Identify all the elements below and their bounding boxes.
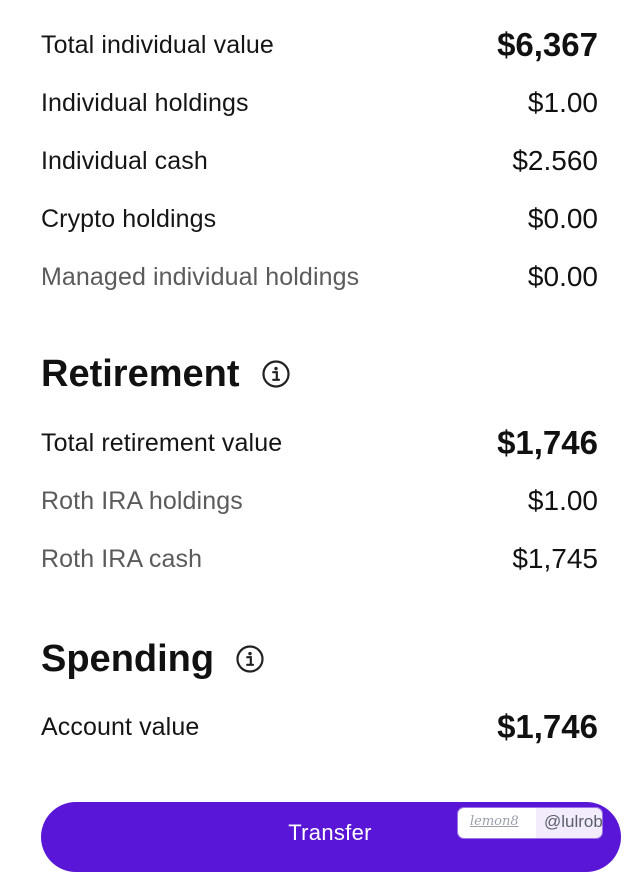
total-individual-value-amount: $6,367 — [497, 26, 598, 63]
individual-holdings-row[interactable]: Individual holdings $1.00 — [41, 83, 598, 123]
total-individual-value-row: Total individual value $6,367 — [41, 25, 598, 65]
total-retirement-value-label: Total retirement value — [41, 428, 283, 457]
crypto-holdings-amount: $0.00 — [527, 203, 598, 234]
crypto-holdings-label: Crypto holdings — [41, 204, 217, 233]
roth-ira-cash-amount: $1,745 — [512, 543, 598, 574]
individual-cash-row[interactable]: Individual cash $2.560 — [41, 141, 598, 181]
spending-section-header: Spending — [41, 634, 264, 684]
info-circle-icon[interactable] — [236, 645, 264, 673]
account-value-label: Account value — [41, 712, 200, 741]
account-value-amount: $1,746 — [497, 708, 598, 745]
account-value-row: Account value $1,746 — [41, 707, 598, 747]
crypto-holdings-row[interactable]: Crypto holdings $0.00 — [41, 199, 598, 239]
total-individual-value-label: Total individual value — [41, 30, 274, 59]
watermark-handle: @lulrob — [536, 808, 602, 838]
roth-ira-holdings-row[interactable]: Roth IRA holdings $1.00 — [41, 481, 598, 521]
individual-holdings-label: Individual holdings — [41, 88, 249, 117]
retirement-title: Retirement — [41, 352, 240, 395]
watermark-logo: lemon8 — [458, 808, 536, 838]
spending-title: Spending — [41, 637, 215, 680]
watermark: lemon8 @lulrob — [458, 808, 602, 838]
individual-holdings-amount: $1.00 — [527, 87, 598, 118]
managed-individual-holdings-row[interactable]: Managed individual holdings $0.00 — [41, 257, 598, 297]
managed-individual-holdings-label: Managed individual holdings — [41, 262, 360, 291]
total-retirement-value-row: Total retirement value $1,746 — [41, 423, 598, 463]
retirement-section-header: Retirement — [41, 349, 290, 399]
managed-individual-holdings-amount: $0.00 — [527, 261, 598, 292]
transfer-button-label: Transfer — [288, 820, 372, 845]
roth-ira-holdings-label: Roth IRA holdings — [41, 486, 243, 515]
info-circle-icon[interactable] — [261, 360, 290, 388]
roth-ira-holdings-amount: $1.00 — [527, 485, 598, 516]
roth-ira-cash-label: Roth IRA cash — [41, 544, 203, 573]
roth-ira-cash-row[interactable]: Roth IRA cash $1,745 — [41, 539, 598, 579]
individual-cash-label: Individual cash — [41, 146, 208, 175]
total-retirement-value-amount: $1,746 — [497, 424, 598, 461]
individual-cash-amount: $2.560 — [512, 145, 598, 176]
